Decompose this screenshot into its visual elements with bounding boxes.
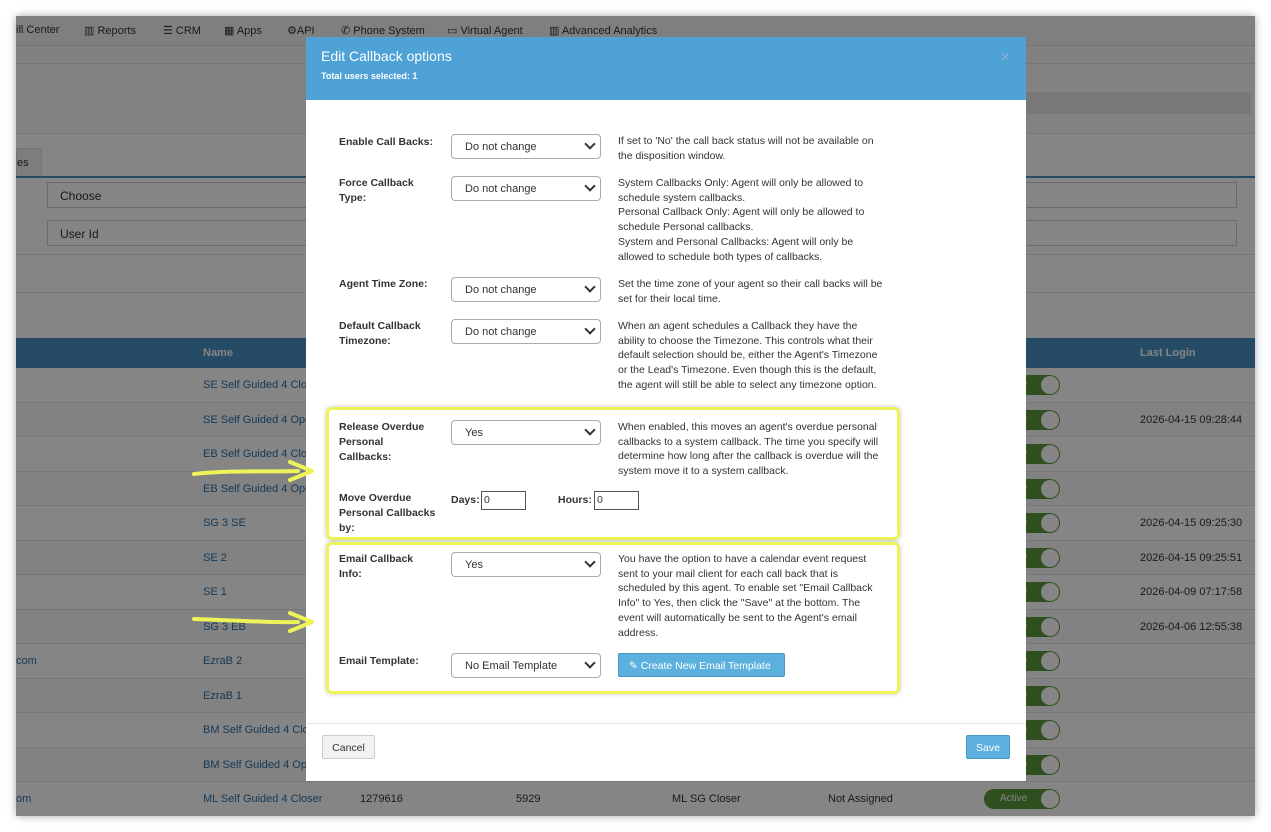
default-callback-timezone-label: Default Callback Timezone: [339,320,421,347]
enable-callbacks-label: Enable Call Backs: [339,136,433,148]
release-overdue-label: Release Overdue Personal Callbacks: [339,421,425,463]
move-overdue-label: Move Overdue Personal Callbacks by: [339,492,436,534]
agent-time-zone-label: Agent Time Zone: [339,278,428,290]
modal-title: Edit Callback options [321,48,452,64]
hours-label: Hours: [558,494,592,506]
chevron-down-icon [584,424,596,436]
save-button[interactable]: Save [966,735,1010,759]
agent-time-zone-desc: Set the time zone of your agent so their… [618,278,883,305]
annotation-arrow-icon [192,611,314,633]
cancel-button[interactable]: Cancel [322,735,375,759]
chevron-down-icon [584,281,596,293]
agent-time-zone-select[interactable]: Do not change [451,277,601,302]
close-icon[interactable]: × [1001,49,1010,67]
annotation-arrow-icon [192,460,314,482]
chevron-down-icon [584,180,596,192]
email-callback-info-desc: You have the option to have a calendar e… [618,553,873,639]
chevron-down-icon [584,556,596,568]
default-callback-timezone-desc: When an agent schedules a Callback they … [618,320,878,391]
modal-subtitle: Total users selected: 1 [321,71,418,81]
chevron-down-icon [584,323,596,335]
edit-icon: ✎ [629,660,641,672]
email-callback-info-select[interactable]: Yes [451,552,601,577]
force-callback-type-select[interactable]: Do not change [451,176,601,201]
force-callback-type-desc: System Callbacks Only: Agent will only b… [618,177,865,263]
modal-header: Edit Callback options Total users select… [306,37,1026,100]
release-overdue-select[interactable]: Yes [451,420,601,445]
create-email-template-button[interactable]: ✎ Create New Email Template [618,653,785,677]
force-callback-type-label: Force Callback Type: [339,177,414,204]
days-input[interactable]: 0 [481,491,526,510]
email-callback-info-label: Email Callback Info: [339,553,414,580]
days-label: Days: [451,494,480,506]
chevron-down-icon [584,657,596,669]
release-overdue-desc: When enabled, this moves an agent's over… [618,421,879,478]
footer-divider [306,723,1026,724]
enable-callbacks-desc: If set to 'No' the call back status will… [618,135,874,162]
email-template-label: Email Template: [339,655,419,667]
email-template-select[interactable]: No Email Template [451,653,601,678]
hours-input[interactable]: 0 [594,491,639,510]
enable-callbacks-select[interactable]: Do not change [451,134,601,159]
default-callback-timezone-select[interactable]: Do not change [451,319,601,344]
edit-callback-modal: Edit Callback options Total users select… [306,37,1026,781]
chevron-down-icon [584,138,596,150]
